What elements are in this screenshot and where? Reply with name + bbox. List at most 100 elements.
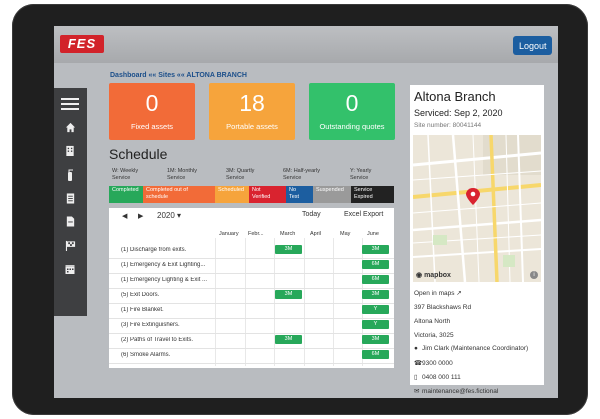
fire-extinguisher-icon[interactable] <box>61 169 79 183</box>
sidebar <box>54 88 87 316</box>
branch-panel: Altona Branch Serviced: Sep 2, 2020 Site… <box>410 85 544 395</box>
today-button[interactable]: Today <box>302 211 321 218</box>
table-row[interactable]: (1) Discharge from exits. 3M 3M <box>109 244 394 259</box>
table-row[interactable]: (6) Smoke Alarms. 6M <box>109 349 394 364</box>
legend-yearly: Y: Yearly Service <box>350 168 372 181</box>
june-badge[interactable]: Y <box>362 305 389 314</box>
calendar-icon[interactable] <box>61 264 79 278</box>
june-badge[interactable]: 3M <box>362 245 389 254</box>
status-no-test: No Test <box>286 186 313 203</box>
contact-person: ● Jim Clark (Maintenance Coordinator) <box>414 345 529 352</box>
table-row[interactable]: (5) Exit Doors. 3M 3M <box>109 289 394 304</box>
month-header: April <box>310 231 322 237</box>
outstanding-quotes-count: 0 <box>345 90 359 116</box>
schedule-panel: ◀ ▶ 2020 ▾ Today Excel Export January Fe… <box>109 208 394 368</box>
branch-title: Altona Branch <box>414 89 496 104</box>
breadcrumb: Dashboard «« Sites «« ALTONA BRANCH <box>110 72 247 79</box>
email-address[interactable]: ✉ maintenance@fes.fictional <box>414 387 498 395</box>
phone-number[interactable]: ☎9300 0000 <box>414 359 453 367</box>
table-row[interactable]: (3) Fire Extinguishers. Y <box>109 319 394 334</box>
map-info-icon[interactable]: i <box>530 271 538 279</box>
month-header: May <box>340 231 351 237</box>
breadcrumb-sites[interactable]: Sites <box>158 72 175 79</box>
june-badge[interactable]: 6M <box>362 260 389 269</box>
mobile-icon: ▯ <box>414 374 418 381</box>
row-label: (3) Fire Extinguishers. <box>121 322 180 328</box>
address-line-3: Victoria, 3025 <box>414 332 454 339</box>
march-badge[interactable]: 3M <box>275 290 302 299</box>
outstanding-quotes-card[interactable]: 0 Outstanding quotes <box>309 83 395 140</box>
external-link-icon: ↗ <box>456 290 462 297</box>
table-row[interactable]: (1) Emergency Lighting & Exit ... 6M <box>109 274 394 289</box>
month-header: March <box>280 231 296 237</box>
portable-assets-card[interactable]: 18 Portable assets <box>209 83 295 140</box>
status-suspended: Suspended <box>313 186 351 203</box>
excel-export-button[interactable]: Excel Export <box>344 211 383 218</box>
tablet-frame: FES Logout Dashboard «« Sites «« ALTONA … <box>12 4 588 415</box>
address-line-2: Altona North <box>414 318 451 325</box>
row-label: (2) Paths of Travel to Exits. <box>121 337 194 343</box>
schedule-toolbar: ◀ ▶ 2020 ▾ Today Excel Export <box>109 208 394 224</box>
location-map[interactable]: ◉ mapbox i <box>413 135 541 282</box>
row-label: (1) Discharge from exits. <box>121 247 187 253</box>
flag-icon[interactable] <box>61 240 79 254</box>
row-label: (5) Exit Doors. <box>121 292 160 298</box>
fixed-assets-card[interactable]: 0 Fixed assets <box>109 83 195 140</box>
serviced-date: Serviced: Sep 2, 2020 <box>414 108 503 118</box>
march-badge[interactable]: 3M <box>275 245 302 254</box>
status-completed-out-of-schedule: Completed out of schedule <box>143 186 215 203</box>
envelope-icon: ✉ <box>414 388 420 395</box>
legend-weekly: W: Weekly Service <box>112 168 139 181</box>
fixed-assets-count: 0 <box>145 90 159 116</box>
year-value: 2020 <box>157 211 175 220</box>
month-header: Febr... <box>248 231 264 237</box>
address-line-1: 397 Blackshaws Rd <box>414 304 472 311</box>
chevron-down-icon: ▾ <box>177 211 182 220</box>
app-screen: FES Logout Dashboard «« Sites «« ALTONA … <box>54 26 558 398</box>
status-completed: Completed <box>109 186 143 203</box>
logout-button[interactable]: Logout <box>513 36 552 55</box>
site-number: Site number: 80041144 <box>414 122 482 129</box>
table-row[interactable]: (2) Paths of Travel to Exits. 3M 3M <box>109 334 394 349</box>
month-header: June <box>367 231 379 237</box>
june-badge[interactable]: 3M <box>362 290 389 299</box>
june-badge[interactable]: 6M <box>362 350 389 359</box>
year-dropdown[interactable]: 2020 ▾ <box>157 211 181 220</box>
portable-assets-count: 18 <box>239 90 265 116</box>
outstanding-quotes-label: Outstanding quotes <box>319 122 385 131</box>
report-icon[interactable] <box>61 216 79 230</box>
status-not-verified: Not Verified <box>249 186 286 203</box>
status-service-expired: Service Expired <box>351 186 394 203</box>
breadcrumb-current: ALTONA BRANCH <box>186 72 247 79</box>
breadcrumb-separator: «« <box>146 72 159 79</box>
row-label: (1) Emergency & Exit Lighting... <box>121 262 206 268</box>
home-icon[interactable] <box>61 122 79 136</box>
table-row[interactable]: (1) Fire Blanket. Y <box>109 304 394 319</box>
mapbox-logo: ◉ mapbox <box>416 272 451 279</box>
march-badge[interactable]: 3M <box>275 335 302 344</box>
row-label: (6) Smoke Alarms. <box>121 352 171 358</box>
legend-monthly: 1M: Monthly Service <box>167 168 197 181</box>
mobile-number[interactable]: ▯ 0408 000 111 <box>414 373 461 381</box>
next-year-icon[interactable]: ▶ <box>138 212 143 220</box>
fixed-assets-label: Fixed assets <box>130 122 174 131</box>
schedule-title: Schedule <box>109 146 168 162</box>
june-badge[interactable]: Y <box>362 320 389 329</box>
legend-half-yearly: 6M: Half-yearly Service <box>283 168 320 181</box>
table-row[interactable]: (1) Emergency & Exit Lighting... 6M <box>109 259 394 274</box>
prev-year-icon[interactable]: ◀ <box>122 212 127 220</box>
building-icon[interactable] <box>61 145 79 159</box>
open-in-maps-link[interactable]: Open in maps ↗ <box>414 289 462 297</box>
legend-quarterly: 3M: Quartly Service <box>226 168 255 181</box>
phone-icon: ☎ <box>414 360 423 367</box>
june-badge[interactable]: 3M <box>362 335 389 344</box>
user-icon: ● <box>414 345 418 352</box>
june-badge[interactable]: 6M <box>362 275 389 284</box>
status-scheduled: Scheduled <box>215 186 249 203</box>
breadcrumb-dashboard[interactable]: Dashboard <box>110 72 147 79</box>
document-icon[interactable] <box>61 193 79 207</box>
breadcrumb-separator: «« <box>174 72 187 79</box>
month-header: January <box>219 231 239 237</box>
menu-icon[interactable] <box>61 98 79 110</box>
fes-logo: FES <box>60 35 104 53</box>
